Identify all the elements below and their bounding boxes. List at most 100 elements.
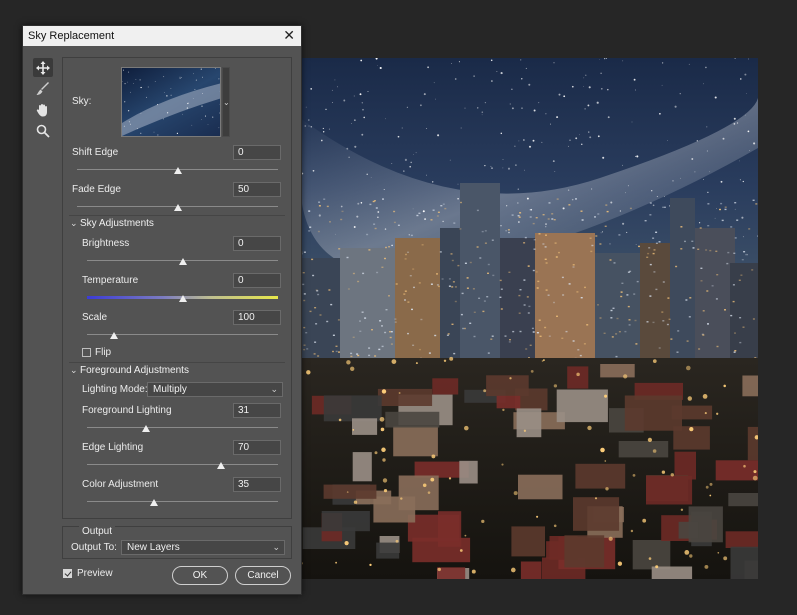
window-light [568, 204, 571, 206]
brightness-input[interactable]: 0 [233, 236, 281, 251]
window-light [591, 244, 594, 247]
window-light [486, 296, 489, 298]
sky-preset-thumbnail[interactable] [121, 67, 221, 137]
color-adjustment-slider-thumb[interactable] [149, 499, 158, 506]
window-light [705, 249, 708, 251]
flip-checkbox[interactable] [82, 348, 91, 357]
window-light [303, 348, 306, 351]
edge-lighting-input[interactable]: 70 [233, 440, 281, 455]
star [550, 123, 551, 125]
shift-edge-input[interactable]: 0 [233, 145, 281, 160]
sky-brush-icon [36, 81, 49, 95]
foreground-lighting-input[interactable]: 31 [233, 403, 281, 418]
street-light [716, 412, 719, 415]
scale-input[interactable]: 100 [233, 310, 281, 325]
street-light [382, 478, 388, 483]
star [736, 122, 739, 124]
star [734, 58, 736, 59]
star [320, 139, 323, 142]
foreground-lighting-slider-track[interactable] [87, 427, 278, 428]
star [481, 114, 483, 116]
window-light [618, 331, 621, 333]
edge-lighting-slider-thumb[interactable] [216, 462, 225, 469]
window-light [302, 283, 305, 286]
window-light [680, 248, 683, 250]
street-light [430, 477, 435, 482]
shift-edge-slider-thumb[interactable] [173, 167, 182, 174]
star [343, 99, 346, 102]
zoom-tool-button[interactable] [33, 121, 53, 140]
window-light [590, 250, 593, 253]
window-light [385, 309, 388, 311]
star [140, 86, 142, 89]
street-light [604, 460, 607, 462]
fade-edge-slider-thumb[interactable] [173, 204, 182, 211]
street-light [655, 565, 659, 569]
sky-brush-tool-button[interactable] [33, 79, 53, 98]
window-light [491, 335, 494, 337]
sky-preset-dropdown[interactable]: ⌄ [222, 67, 230, 137]
window-light [411, 308, 413, 311]
star [336, 86, 338, 88]
output-to-value: New Layers [127, 542, 180, 553]
scale-slider-thumb[interactable] [109, 332, 118, 339]
window-light [407, 301, 410, 303]
star [377, 211, 380, 213]
window-light [595, 235, 598, 237]
street-light [723, 556, 728, 561]
star [410, 161, 412, 164]
foreground-adjustments-header[interactable]: ⌄ Foreground Adjustments [70, 365, 189, 376]
star [415, 152, 417, 154]
star [584, 108, 586, 110]
window-light [452, 281, 455, 283]
color-adjustment-slider-track[interactable] [87, 501, 278, 502]
canvas-image[interactable] [300, 58, 758, 579]
preview-checkbox[interactable] [63, 569, 72, 578]
star [521, 107, 523, 109]
fade-edge-input[interactable]: 50 [233, 182, 281, 197]
window-light [638, 245, 640, 248]
foreground-lighting-slider-thumb[interactable] [142, 425, 151, 432]
star [166, 112, 169, 114]
street-light [553, 384, 558, 388]
street-light [705, 485, 709, 489]
move-tool-button[interactable] [33, 58, 53, 77]
street-light [605, 487, 609, 491]
sky-adjustments-header[interactable]: ⌄ Sky Adjustments [70, 218, 154, 229]
house-roof [393, 426, 438, 457]
window-light [457, 264, 460, 267]
dialog-titlebar[interactable]: Sky Replacement ✕ [23, 26, 301, 46]
window-light [338, 248, 341, 250]
star [511, 88, 513, 90]
star [477, 107, 479, 109]
temperature-input[interactable]: 0 [233, 273, 281, 288]
star [391, 162, 393, 165]
window-light [700, 267, 703, 269]
star [491, 80, 493, 82]
star [545, 113, 547, 115]
window-light [653, 271, 656, 273]
window-light [484, 242, 487, 244]
window-light [364, 317, 367, 319]
brightness-slider-thumb[interactable] [178, 258, 187, 265]
house-roof [323, 484, 377, 499]
house-roof [730, 546, 758, 579]
output-to-select[interactable]: New Layers ⌄ [121, 540, 285, 555]
color-adjustment-input[interactable]: 35 [233, 477, 281, 492]
star [532, 139, 535, 142]
window-light [755, 203, 758, 205]
lighting-mode-select[interactable]: Multiply ⌄ [147, 382, 283, 397]
house-roof [624, 395, 682, 431]
window-light [341, 210, 344, 213]
cancel-button[interactable]: Cancel [235, 566, 291, 585]
ok-button[interactable]: OK [172, 566, 228, 585]
star [521, 78, 523, 80]
street-light [689, 426, 694, 432]
temperature-slider-thumb[interactable] [178, 295, 187, 302]
close-icon[interactable]: ✕ [283, 27, 295, 44]
edge-lighting-slider-track[interactable] [87, 464, 278, 465]
star [742, 236, 744, 238]
hand-tool-button[interactable] [33, 100, 53, 119]
window-light [668, 318, 671, 320]
window-light [612, 307, 615, 309]
